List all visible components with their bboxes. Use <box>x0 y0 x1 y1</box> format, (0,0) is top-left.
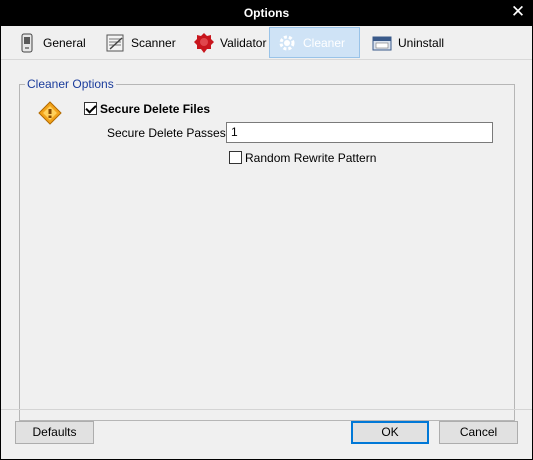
defaults-button[interactable]: Defaults <box>15 421 94 444</box>
seal-icon <box>193 32 215 54</box>
tab-uninstall[interactable]: Uninstall <box>365 27 450 58</box>
options-window: General Scanner Validator Cleaner Uninst… <box>1 26 532 459</box>
tab-scanner[interactable]: Scanner <box>98 27 182 58</box>
tab-label: Cleaner <box>303 35 346 50</box>
tab-label: Scanner <box>131 35 176 50</box>
cancel-button[interactable]: Cancel <box>439 421 518 444</box>
tab-label: Uninstall <box>398 35 445 50</box>
gear-icon <box>276 32 298 54</box>
cleaner-options-group: Cleaner Options Secure Delete Files Secu… <box>19 77 515 421</box>
secure-delete-checkbox[interactable] <box>84 102 97 115</box>
group-title: Cleaner Options <box>25 77 116 91</box>
window-title: Options <box>243 6 290 20</box>
tab-general[interactable]: General <box>10 27 92 58</box>
phone-icon <box>16 32 38 54</box>
tab-cleaner[interactable]: Cleaner <box>269 27 360 58</box>
passes-input[interactable]: 1 <box>226 122 493 143</box>
ok-button[interactable]: OK <box>351 421 429 444</box>
random-rewrite-checkbox[interactable] <box>229 151 242 164</box>
title-bar: Options ✕ <box>0 0 533 26</box>
secure-delete-label: Secure Delete Files <box>100 102 211 116</box>
passes-label: Secure Delete Passes: <box>107 126 230 140</box>
scanner-icon <box>104 32 126 54</box>
tab-bar: General Scanner Validator Cleaner Uninst… <box>1 26 532 60</box>
cleaner-warning-icon <box>38 101 62 125</box>
tab-validator[interactable]: Validator <box>187 27 272 58</box>
divider <box>1 409 532 410</box>
random-rewrite-label: Random Rewrite Pattern <box>245 151 377 165</box>
tab-label: General <box>43 35 86 50</box>
uninstall-icon <box>371 32 393 54</box>
tab-label: Validator <box>220 35 267 50</box>
close-icon[interactable]: ✕ <box>509 2 527 22</box>
